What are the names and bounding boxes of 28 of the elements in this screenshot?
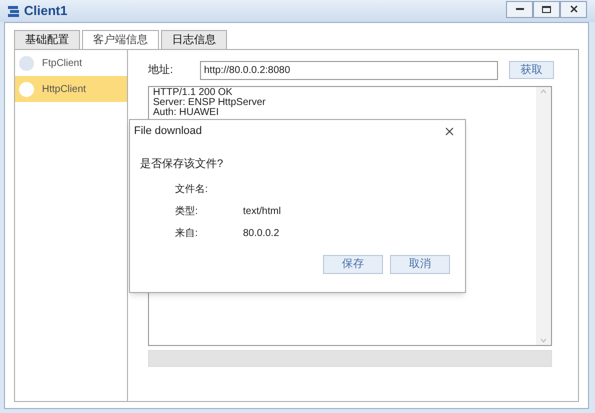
address-field[interactable]: http://80.0.0.2:8080 <box>200 60 498 80</box>
response-line: Server: ENSP HttpServer <box>153 98 267 108</box>
fetch-button[interactable]: 获取 <box>509 61 554 79</box>
close-button[interactable] <box>443 125 455 137</box>
field-label: 文件名: <box>175 182 209 197</box>
tab[interactable]: 基础配置 <box>14 30 80 49</box>
minimize-button[interactable] <box>506 0 533 18</box>
close-icon <box>444 126 454 136</box>
address-label: 地址: <box>148 62 174 78</box>
dialog-question: 是否保存该文件? <box>140 156 224 172</box>
response-line: Auth: HUAWEI <box>153 108 219 118</box>
tab[interactable]: 客户端信息 <box>82 30 159 49</box>
response-line: HTTP/1.1 200 OK <box>153 88 234 98</box>
scrollbar[interactable] <box>536 87 551 345</box>
field-value: 80.0.0.2 <box>243 227 280 241</box>
sidebar-item[interactable]: HttpClient <box>15 76 127 102</box>
close-button[interactable] <box>560 0 587 18</box>
field-label: 来自: <box>175 226 199 241</box>
field-value: text/html <box>243 205 281 219</box>
tab[interactable]: 日志信息 <box>161 30 227 49</box>
field-label: 类型: <box>175 204 199 219</box>
dialog-button[interactable]: 保存 <box>323 254 383 274</box>
app-icon <box>7 4 21 18</box>
dialog-title: File download <box>134 124 202 139</box>
dialog-button[interactable]: 取消 <box>390 254 450 274</box>
window-title: Client1 <box>24 2 68 20</box>
maximize-button[interactable] <box>533 0 560 18</box>
close-icon <box>570 5 578 13</box>
